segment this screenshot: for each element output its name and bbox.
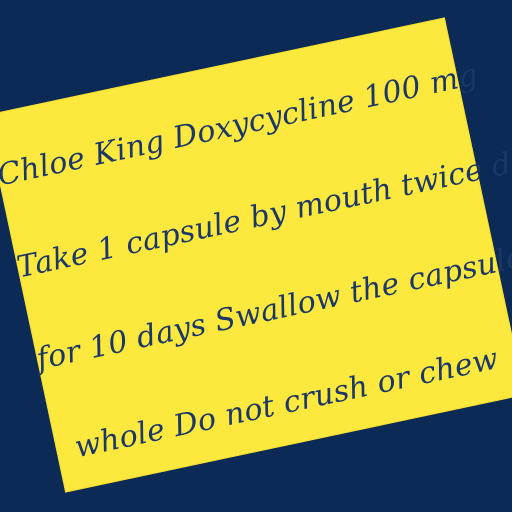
sticky-note: Chloe King Doxycycline 100 mg Take 1 cap… <box>0 17 512 493</box>
scene: Chloe King Doxycycline 100 mg Take 1 cap… <box>0 0 512 512</box>
